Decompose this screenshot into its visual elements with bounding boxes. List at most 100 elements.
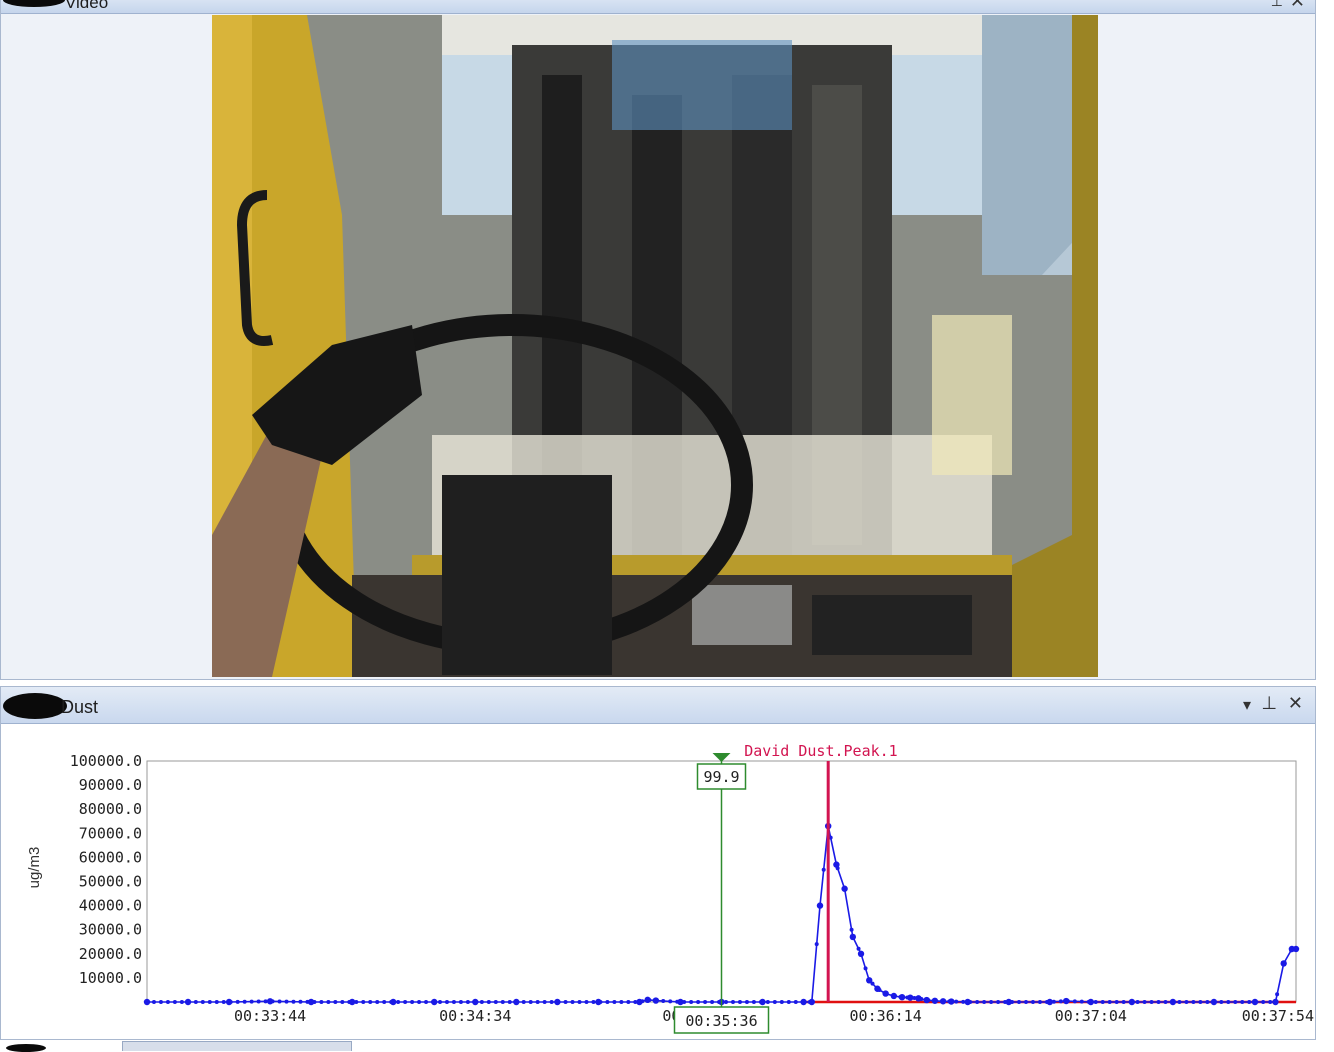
series-point <box>595 998 602 1006</box>
redaction-mark <box>3 693 67 719</box>
series-point <box>563 1000 568 1004</box>
series-point <box>1272 998 1279 1006</box>
y-tick-label: 50000.0 <box>79 873 142 891</box>
series-point <box>1292 945 1300 953</box>
series-point <box>800 998 807 1006</box>
series-point <box>375 1000 380 1004</box>
x-tick-label: 00:33:44 <box>234 1007 306 1025</box>
dust-chart[interactable]: ug/m3 100000.0 90000.0 80000.0 70000.0 60000.… <box>1 723 1315 1039</box>
series-point <box>996 1000 1001 1004</box>
series-point <box>1275 992 1280 997</box>
series-point <box>577 1000 582 1004</box>
series-point <box>368 1000 373 1004</box>
series-point <box>1107 1000 1112 1004</box>
series-point <box>382 1000 387 1004</box>
dust-pane: Dust ▾ ⊥ ✕ ug/m3 100000.0 90000.0 80000.0 70… <box>0 686 1316 1040</box>
series-point <box>808 998 815 1006</box>
series-point <box>964 998 971 1006</box>
series-point <box>814 942 819 947</box>
series-point <box>1017 1000 1022 1004</box>
series-point <box>652 997 660 1004</box>
series-point <box>361 1000 366 1004</box>
series-point <box>507 1000 512 1004</box>
series-point <box>661 998 666 1003</box>
series-point <box>1121 1000 1126 1004</box>
y-tick-label: 10000.0 <box>79 969 142 987</box>
series-point <box>1100 1000 1105 1004</box>
series-point <box>479 1000 484 1004</box>
series-point <box>225 998 233 1006</box>
series-point <box>403 1000 408 1004</box>
series-point <box>1037 1000 1042 1004</box>
series-point <box>1169 998 1177 1006</box>
series-point <box>703 1000 708 1004</box>
y-axis-label: ug/m3 <box>26 847 43 889</box>
series-point <box>284 999 289 1004</box>
series-point <box>1177 1000 1182 1004</box>
series-point <box>772 1000 777 1004</box>
series-point <box>1030 1000 1035 1004</box>
series-point <box>1210 998 1218 1006</box>
series-point <box>437 1000 442 1004</box>
series-point <box>584 1000 589 1004</box>
cursor-time-label: 00:35:36 <box>685 1012 757 1030</box>
series-point <box>793 1000 798 1004</box>
chevron-down-icon[interactable]: ▾ <box>1243 695 1251 715</box>
series-point <box>710 1000 715 1004</box>
series-point <box>396 1000 401 1004</box>
series-point <box>1114 1000 1119 1004</box>
series-point <box>451 1000 456 1004</box>
series-point <box>626 1000 631 1004</box>
series-point <box>1233 1000 1238 1004</box>
series-point <box>535 1000 540 1004</box>
series-point <box>636 998 643 1006</box>
series-point <box>542 1000 547 1004</box>
close-icon[interactable]: ✕ <box>1290 0 1305 12</box>
series-point <box>1023 1000 1028 1004</box>
video-player[interactable] <box>212 15 1098 677</box>
series-point <box>151 1000 156 1004</box>
series-point <box>1198 1000 1203 1004</box>
series-point <box>528 1000 533 1004</box>
series-point <box>1128 998 1136 1006</box>
series-point <box>1156 1000 1161 1004</box>
series-point <box>605 1000 610 1004</box>
pin-icon[interactable]: ⊥ <box>1271 0 1283 10</box>
series-point <box>184 998 192 1006</box>
series-point <box>874 985 881 992</box>
series-point <box>866 977 873 984</box>
series-point <box>298 999 303 1004</box>
series-point <box>1163 1000 1168 1004</box>
series-point <box>856 946 861 951</box>
series-point <box>465 1000 470 1004</box>
series-point <box>779 1000 784 1004</box>
y-tick-label: 30000.0 <box>79 921 142 939</box>
series-point <box>158 1000 163 1004</box>
pin-icon[interactable]: ⊥ <box>1261 693 1277 714</box>
series-point <box>1261 1000 1266 1004</box>
series-point <box>668 999 673 1004</box>
series-point <box>939 998 947 1005</box>
close-icon[interactable]: ✕ <box>1288 693 1303 714</box>
series-point <box>1072 999 1077 1004</box>
series-point <box>619 1000 624 1004</box>
series-point <box>513 998 520 1006</box>
series-point <box>424 1000 429 1004</box>
series-point <box>1149 1000 1154 1004</box>
redaction-mark <box>3 0 65 7</box>
series-point <box>931 997 939 1004</box>
x-tick-label: 00:34:34 <box>439 1007 511 1025</box>
series-point <box>249 999 254 1004</box>
series-point <box>143 998 151 1006</box>
y-tick-label: 60000.0 <box>79 848 142 866</box>
series-point <box>591 1000 596 1004</box>
series-point <box>521 1000 526 1004</box>
series-point <box>696 1000 701 1004</box>
series-point <box>1079 999 1084 1004</box>
series-point <box>417 1000 422 1004</box>
y-tick-label: 70000.0 <box>79 824 142 842</box>
y-tick-label: 90000.0 <box>79 776 142 794</box>
series-point <box>1268 1000 1273 1004</box>
series-point <box>1219 1000 1224 1004</box>
series-point <box>1063 997 1070 1005</box>
